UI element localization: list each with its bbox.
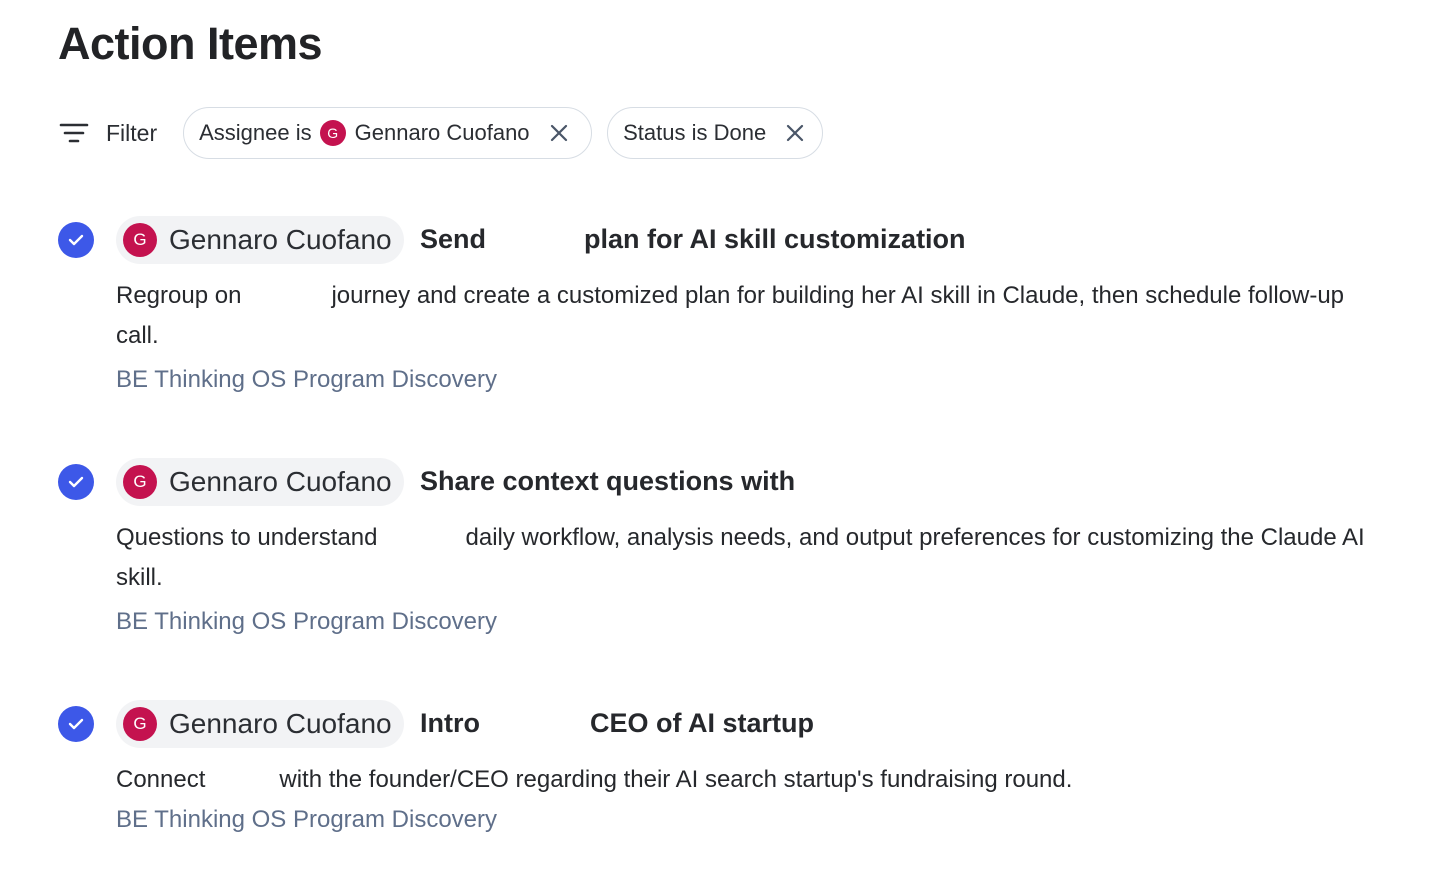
- assignee-name: Gennaro Cuofano: [169, 466, 392, 497]
- item-title-part[interactable]: CEO of AI startup: [590, 708, 814, 739]
- item-title-part[interactable]: Send: [420, 224, 486, 255]
- check-icon: [68, 476, 84, 488]
- item-description: Connect with the founder/CEO regarding th…: [116, 760, 1386, 800]
- done-checkbox[interactable]: [58, 464, 94, 500]
- item-description: Questions to understand daily workflow, a…: [116, 518, 1386, 598]
- assignee-name: Gennaro Cuofano: [169, 224, 392, 255]
- item-source-link[interactable]: BE Thinking OS Program Discovery: [116, 806, 497, 834]
- item-source-link[interactable]: BE Thinking OS Program Discovery: [116, 366, 497, 394]
- assignee-pill[interactable]: G Gennaro Cuofano: [116, 216, 404, 264]
- close-icon[interactable]: [784, 122, 806, 144]
- item-description-part: with the founder/CEO regarding their AI …: [279, 766, 1073, 793]
- filter-button[interactable]: Filter: [58, 120, 157, 147]
- item-description-part: Regroup on: [116, 282, 242, 309]
- chip-prefix: Assignee is: [199, 120, 312, 145]
- done-checkbox[interactable]: [58, 222, 94, 258]
- item-description-part: Questions to understand: [116, 524, 378, 551]
- item-title-part[interactable]: Share context questions with: [420, 466, 795, 497]
- item-title-part[interactable]: plan for AI skill customization: [584, 224, 966, 255]
- filter-bar: Filter Assignee is G Gennaro Cuofano Sta…: [58, 106, 838, 160]
- filter-chip-assignee[interactable]: Assignee is G Gennaro Cuofano: [183, 107, 593, 159]
- avatar: G: [123, 465, 157, 499]
- filter-icon: [58, 121, 90, 145]
- filter-label: Filter: [106, 119, 158, 146]
- assignee-name: Gennaro Cuofano: [169, 708, 392, 739]
- check-icon: [68, 234, 84, 246]
- item-title-part[interactable]: Intro: [420, 708, 480, 739]
- filter-chip-status[interactable]: Status is Done: [607, 107, 824, 159]
- close-icon[interactable]: [548, 122, 570, 144]
- assignee-pill[interactable]: G Gennaro Cuofano: [116, 458, 404, 506]
- page-title: Action Items: [58, 18, 323, 69]
- chip-value: Gennaro Cuofano: [354, 120, 530, 145]
- done-checkbox[interactable]: [58, 706, 94, 742]
- check-icon: [68, 718, 84, 730]
- item-description: Regroup on journey and create a customize…: [116, 276, 1386, 356]
- chip-prefix: Status is Done: [623, 120, 767, 145]
- avatar: G: [123, 223, 157, 257]
- avatar: G: [123, 707, 157, 741]
- item-description-part: Connect: [116, 766, 206, 793]
- item-source-link[interactable]: BE Thinking OS Program Discovery: [116, 608, 497, 636]
- avatar: G: [319, 120, 346, 146]
- assignee-pill[interactable]: G Gennaro Cuofano: [116, 700, 404, 748]
- item-description-part: journey and create a customized plan for…: [116, 282, 1345, 349]
